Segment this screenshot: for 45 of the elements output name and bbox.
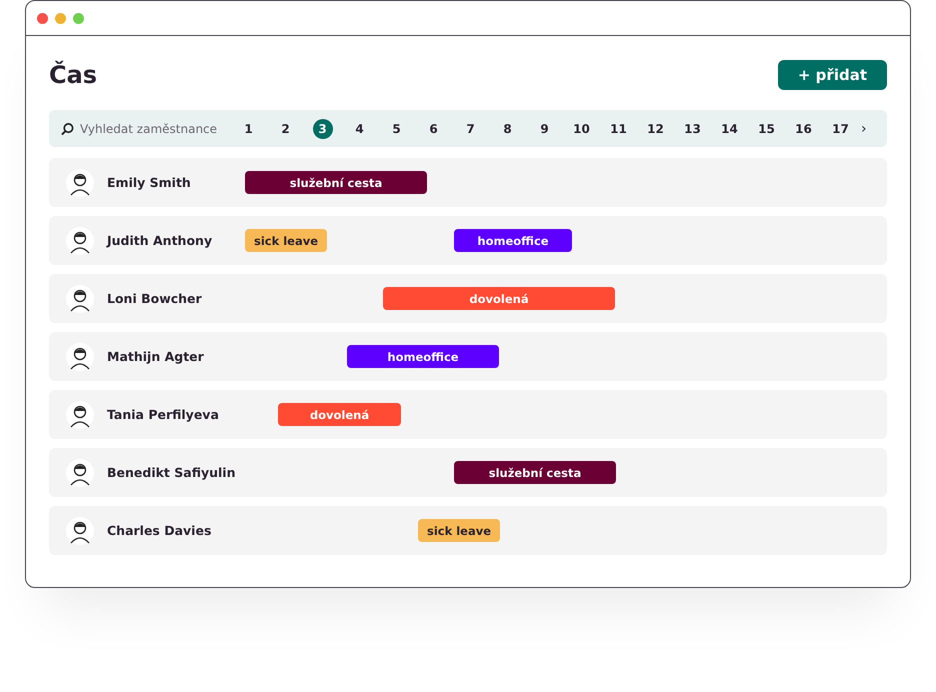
- event-bar[interactable]: sick leave: [418, 519, 500, 542]
- day-tab[interactable]: 5: [386, 118, 406, 138]
- day-tab[interactable]: 12: [646, 118, 666, 138]
- employee-name: Emily Smith: [107, 175, 191, 190]
- search-field[interactable]: Vyhledat zaměstnance: [80, 122, 230, 136]
- day-tab[interactable]: 11: [608, 118, 628, 138]
- search-icon: [61, 122, 74, 136]
- employee-name: Tania Perfilyeva: [107, 407, 219, 422]
- employee-name: Benedikt Safiyulin: [107, 465, 236, 480]
- avatar-icon: [66, 342, 94, 370]
- avatar-icon: [66, 400, 94, 428]
- window-control-icon[interactable]: [55, 12, 66, 24]
- day-tab[interactable]: 13: [682, 118, 702, 138]
- employee-name: Mathijn Agter: [107, 349, 204, 364]
- window-control-icon[interactable]: [73, 12, 84, 24]
- day-tab[interactable]: 9: [534, 118, 554, 138]
- next-arrow[interactable]: ›: [861, 120, 867, 136]
- day-tab[interactable]: 1: [238, 118, 258, 138]
- event-bar[interactable]: služební cesta: [454, 461, 616, 484]
- day-tab[interactable]: 2: [276, 118, 296, 138]
- day-tab[interactable]: 6: [424, 118, 444, 138]
- day-tab[interactable]: 8: [498, 118, 518, 138]
- employee-name: Loni Bowcher: [107, 291, 202, 306]
- day-tab[interactable]: 3: [312, 118, 332, 138]
- add-button[interactable]: + přidat: [778, 60, 887, 90]
- page-title: Čas: [49, 61, 98, 89]
- event-bar[interactable]: homeoffice: [347, 345, 499, 368]
- day-tab[interactable]: 4: [350, 118, 370, 138]
- avatar-icon: [66, 284, 94, 312]
- day-tab[interactable]: 7: [460, 118, 480, 138]
- event-bar[interactable]: služební cesta: [245, 171, 427, 194]
- window-control-icon[interactable]: [37, 12, 48, 24]
- event-bar[interactable]: sick leave: [245, 229, 327, 252]
- event-bar[interactable]: homeoffice: [454, 229, 572, 252]
- day-tab[interactable]: 10: [572, 118, 592, 138]
- avatar-icon: [66, 458, 94, 486]
- day-tab[interactable]: 14: [720, 118, 740, 138]
- day-tab[interactable]: 17: [830, 118, 850, 138]
- employee-name: Charles Davies: [107, 523, 212, 538]
- day-tab[interactable]: 15: [756, 118, 776, 138]
- avatar-icon: [66, 226, 94, 254]
- day-tab[interactable]: 16: [794, 118, 814, 138]
- employee-name: Judith Anthony: [107, 233, 212, 248]
- avatar-icon: [66, 168, 94, 196]
- avatar-icon: [66, 516, 94, 544]
